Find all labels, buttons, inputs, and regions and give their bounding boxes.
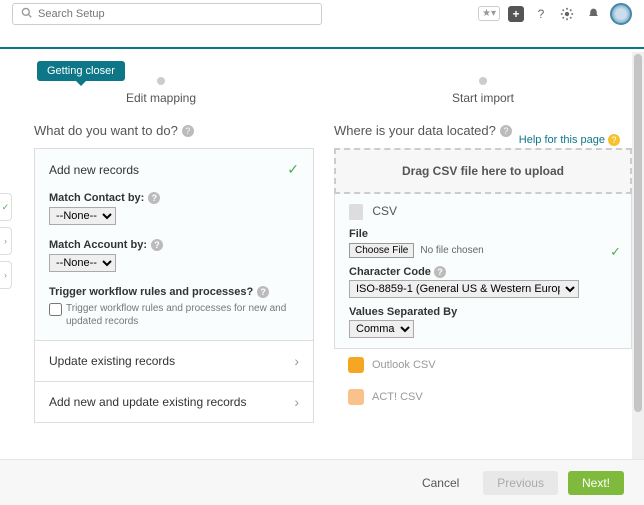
left-column-title: What do you want to do? ? xyxy=(34,123,314,138)
match-contact-select[interactable]: --None-- xyxy=(49,207,116,225)
step-edit-mapping[interactable]: Edit mapping xyxy=(0,77,322,117)
checkmark-icon: ✓ xyxy=(610,244,621,260)
search-input[interactable] xyxy=(38,8,313,20)
step-label: Start import xyxy=(322,91,644,105)
trigger-workflow-label: Trigger workflow rules and processes? ? xyxy=(49,286,299,298)
help-link[interactable]: Help for this page ? xyxy=(519,134,620,146)
separator-select[interactable]: Comma xyxy=(349,320,414,338)
scrollbar[interactable] xyxy=(632,52,644,459)
chevron-right-icon: › xyxy=(294,353,299,369)
help-icon[interactable]: ? xyxy=(182,125,194,137)
outlook-csv-option[interactable]: Outlook CSV xyxy=(334,349,632,381)
trigger-desc: Trigger workflow rules and processes for… xyxy=(66,302,299,328)
favorites-button[interactable]: ★▾ xyxy=(478,6,500,21)
no-file-text: No file chosen xyxy=(420,245,483,256)
progress-tooltip: Getting closer xyxy=(37,61,125,81)
card-title: Add new records xyxy=(49,163,139,177)
add-new-records-card: Add new records ✓ Match Contact by: ? --… xyxy=(34,148,314,341)
search-box[interactable] xyxy=(12,3,322,25)
separator-label: Values Separated By xyxy=(349,306,617,318)
settings-icon[interactable] xyxy=(558,5,576,23)
match-account-select[interactable]: --None-- xyxy=(49,254,116,272)
charcode-label: Character Code ? xyxy=(349,266,617,278)
chevron-right-icon: › xyxy=(294,394,299,410)
help-badge-icon: ? xyxy=(608,134,620,146)
step-start-import[interactable]: Start import xyxy=(322,77,644,117)
rail-expand-1[interactable]: › xyxy=(0,227,12,255)
file-icon xyxy=(349,204,363,220)
outlook-icon xyxy=(348,357,364,373)
notifications-icon[interactable] xyxy=(584,5,602,23)
help-icon[interactable]: ? xyxy=(151,239,163,251)
csv-source-card: ✓ CSV File Choose File No file chosen Ch… xyxy=(334,194,632,349)
step-label: Edit mapping xyxy=(0,91,322,105)
match-account-label: Match Account by: ? xyxy=(49,239,299,251)
update-existing-option[interactable]: Update existing records › xyxy=(34,341,314,382)
choose-file-button[interactable]: Choose File xyxy=(349,243,414,258)
next-button[interactable]: Next! xyxy=(568,471,624,495)
rail-check-icon: ✓ xyxy=(0,193,12,221)
act-icon xyxy=(348,389,364,405)
add-and-update-option[interactable]: Add new and update existing records › xyxy=(34,382,314,423)
act-csv-option[interactable]: ACT! CSV xyxy=(334,381,632,413)
trigger-workflow-checkbox[interactable] xyxy=(49,303,62,316)
help-icon[interactable]: ? xyxy=(257,286,269,298)
help-icon[interactable]: ? xyxy=(500,125,512,137)
avatar[interactable] xyxy=(610,3,632,25)
csv-dropzone[interactable]: Drag CSV file here to upload xyxy=(334,148,632,194)
cancel-button[interactable]: Cancel xyxy=(408,471,473,495)
source-csv-label: CSV xyxy=(372,204,397,218)
help-icon[interactable]: ? xyxy=(532,5,550,23)
add-button[interactable]: + xyxy=(508,6,524,22)
help-icon[interactable]: ? xyxy=(434,266,446,278)
charcode-select[interactable]: ISO-8859-1 (General US & Western Europea… xyxy=(349,280,579,298)
match-contact-label: Match Contact by: ? xyxy=(49,192,299,204)
help-icon[interactable]: ? xyxy=(148,192,160,204)
rail-expand-2[interactable]: › xyxy=(0,261,12,289)
file-label: File xyxy=(349,228,617,240)
checkmark-icon: ✓ xyxy=(287,161,299,178)
previous-button[interactable]: Previous xyxy=(483,471,558,495)
search-icon xyxy=(21,7,32,21)
